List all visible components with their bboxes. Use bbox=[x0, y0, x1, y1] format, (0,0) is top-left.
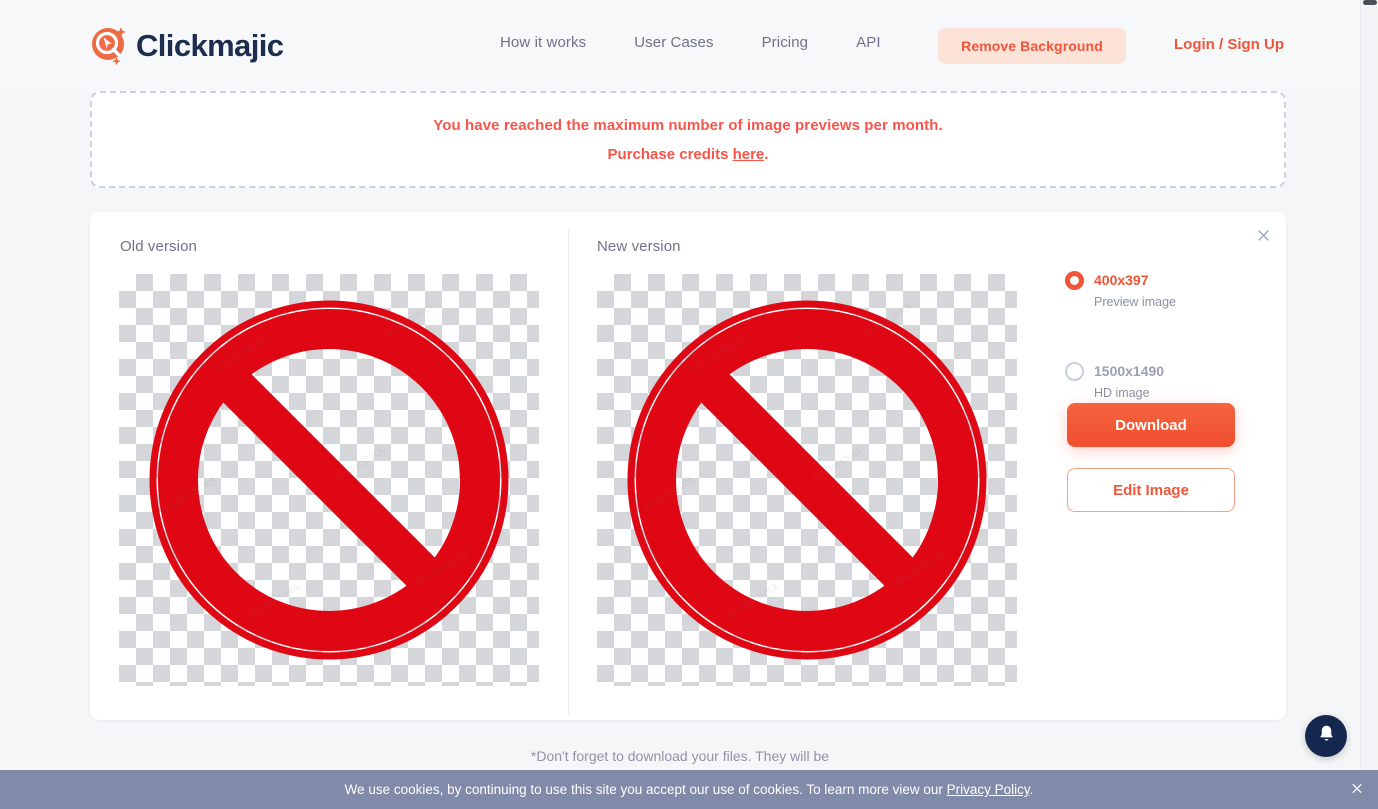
result-card: Old version New version shutterstock shu… bbox=[90, 212, 1286, 720]
option-preview-image[interactable]: 400x397 Preview image bbox=[1065, 270, 1265, 309]
purchase-credits-suffix: . bbox=[764, 145, 769, 163]
old-version-label: Old version bbox=[120, 238, 197, 255]
purchase-credits-prefix: Purchase credits bbox=[607, 145, 733, 163]
notification-bell-button[interactable] bbox=[1305, 715, 1347, 757]
purchase-credits-link[interactable]: here bbox=[733, 146, 765, 163]
page-scrollbar[interactable] bbox=[1360, 0, 1378, 809]
close-icon[interactable] bbox=[1240, 212, 1286, 258]
logo-text: Clickmajic bbox=[136, 28, 284, 63]
site-header: Clickmajic How it works User Cases Prici… bbox=[0, 0, 1360, 92]
scrollbar-thumb[interactable] bbox=[1363, 0, 1377, 5]
option-preview-description: Preview image bbox=[1094, 295, 1176, 309]
cookie-close-icon[interactable] bbox=[1350, 781, 1364, 798]
cookie-text-suffix: . bbox=[1029, 782, 1034, 797]
download-reminder-note: *Don't forget to download your files. Th… bbox=[530, 748, 830, 764]
cookie-text-prefix: We use cookies, by continuing to use thi… bbox=[344, 782, 947, 797]
cookie-consent-bar: We use cookies, by continuing to use thi… bbox=[0, 770, 1378, 809]
download-button[interactable]: Download bbox=[1067, 403, 1235, 447]
login-signup-link[interactable]: Login / Sign Up bbox=[1174, 36, 1284, 53]
option-hd-image[interactable]: 1500x1490 HD image bbox=[1065, 361, 1265, 400]
option-hd-size: 1500x1490 bbox=[1094, 363, 1165, 379]
edit-image-button[interactable]: Edit Image bbox=[1067, 468, 1235, 512]
radio-preview-image[interactable] bbox=[1065, 271, 1084, 290]
cursor-magnifier-icon bbox=[88, 24, 132, 68]
nav-item-pricing[interactable]: Pricing bbox=[762, 34, 809, 51]
logo[interactable]: Clickmajic bbox=[88, 24, 284, 68]
quota-alert-banner: You have reached the maximum number of i… bbox=[90, 91, 1286, 188]
option-hd-description: HD image bbox=[1094, 386, 1150, 400]
prohibition-sign-icon bbox=[149, 300, 509, 660]
bell-icon bbox=[1316, 723, 1337, 749]
old-version-image[interactable]: shutterstock shutterstock shutterstock s… bbox=[119, 274, 539, 686]
nav-item-how-it-works[interactable]: How it works bbox=[500, 34, 586, 51]
new-version-label: New version bbox=[597, 238, 681, 255]
privacy-policy-link[interactable]: Privacy Policy bbox=[947, 782, 1030, 797]
panel-divider bbox=[568, 230, 569, 714]
cookie-message: We use cookies, by continuing to use thi… bbox=[345, 782, 1034, 797]
prohibition-sign-icon bbox=[627, 300, 987, 660]
option-preview-size: 400x397 bbox=[1094, 272, 1149, 288]
quota-alert-message: You have reached the maximum number of i… bbox=[433, 116, 943, 134]
main-nav: How it works User Cases Pricing API bbox=[500, 34, 881, 51]
nav-item-user-cases[interactable]: User Cases bbox=[634, 34, 713, 51]
new-version-image[interactable]: shutterstock shutterstock shutterstock s… bbox=[597, 274, 1017, 686]
radio-hd-image[interactable] bbox=[1065, 362, 1084, 381]
purchase-credits-line: Purchase credits here. bbox=[608, 146, 769, 163]
remove-background-button[interactable]: Remove Background bbox=[938, 28, 1126, 64]
download-options: 400x397 Preview image 1500x1490 HD image bbox=[1065, 270, 1265, 400]
nav-item-api[interactable]: API bbox=[856, 34, 880, 51]
